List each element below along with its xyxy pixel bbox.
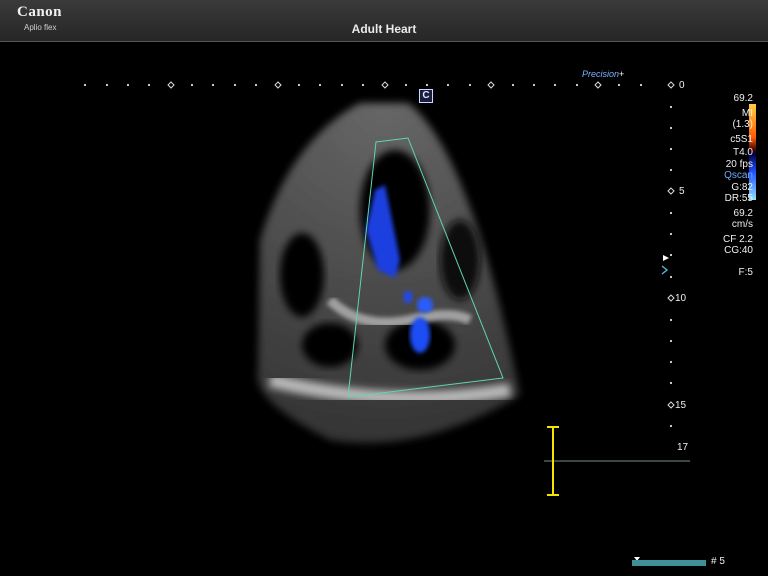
depth-label-5: 5 xyxy=(679,186,685,197)
qscan-label: Qscan xyxy=(724,170,753,181)
c-marker: C xyxy=(419,89,433,103)
frame-rate: 20 fps xyxy=(725,158,753,170)
frame-number: # 5 xyxy=(711,556,725,567)
lateral-scale xyxy=(83,81,675,89)
depth-label-0: 0 xyxy=(679,80,685,91)
precision-label: Precision+ xyxy=(582,69,624,79)
depth-label-15: 15 xyxy=(675,400,687,411)
cine-frame-bar[interactable] xyxy=(632,560,706,566)
depth-label-17: 17 xyxy=(677,442,689,453)
precision-plus: + xyxy=(619,69,625,79)
mi-value: (1.3) xyxy=(732,119,753,130)
ultrasound-image[interactable] xyxy=(0,42,768,576)
header-bar: Canon Aplio flex Adult Heart xyxy=(0,0,768,42)
gain: G:82 xyxy=(731,181,753,193)
velocity-scale: 69.2 xyxy=(733,207,753,219)
mi-label: MI xyxy=(741,107,753,119)
depth-label-10: 10 xyxy=(675,293,687,304)
focus: F:5 xyxy=(738,266,753,278)
color-flow: CF 2.2 xyxy=(722,233,753,245)
exam-title: Adult Heart xyxy=(351,22,417,36)
brand-logo: Canon xyxy=(17,4,63,20)
velocity-unit: cm/s xyxy=(731,219,753,230)
probe-name: c5S1 xyxy=(730,133,753,145)
frequency: T4.0 xyxy=(732,147,753,158)
precision-text: Precision xyxy=(582,69,620,79)
dynamic-range: DR:55 xyxy=(724,193,753,204)
depth-scale xyxy=(661,105,675,428)
parameter-panel: 69.2 MI (1.3) c5S1 T4.0 20 fps Qscan G:8… xyxy=(723,93,753,278)
velocity-top: 69.2 xyxy=(733,93,753,104)
color-gain: CG:40 xyxy=(724,245,753,256)
